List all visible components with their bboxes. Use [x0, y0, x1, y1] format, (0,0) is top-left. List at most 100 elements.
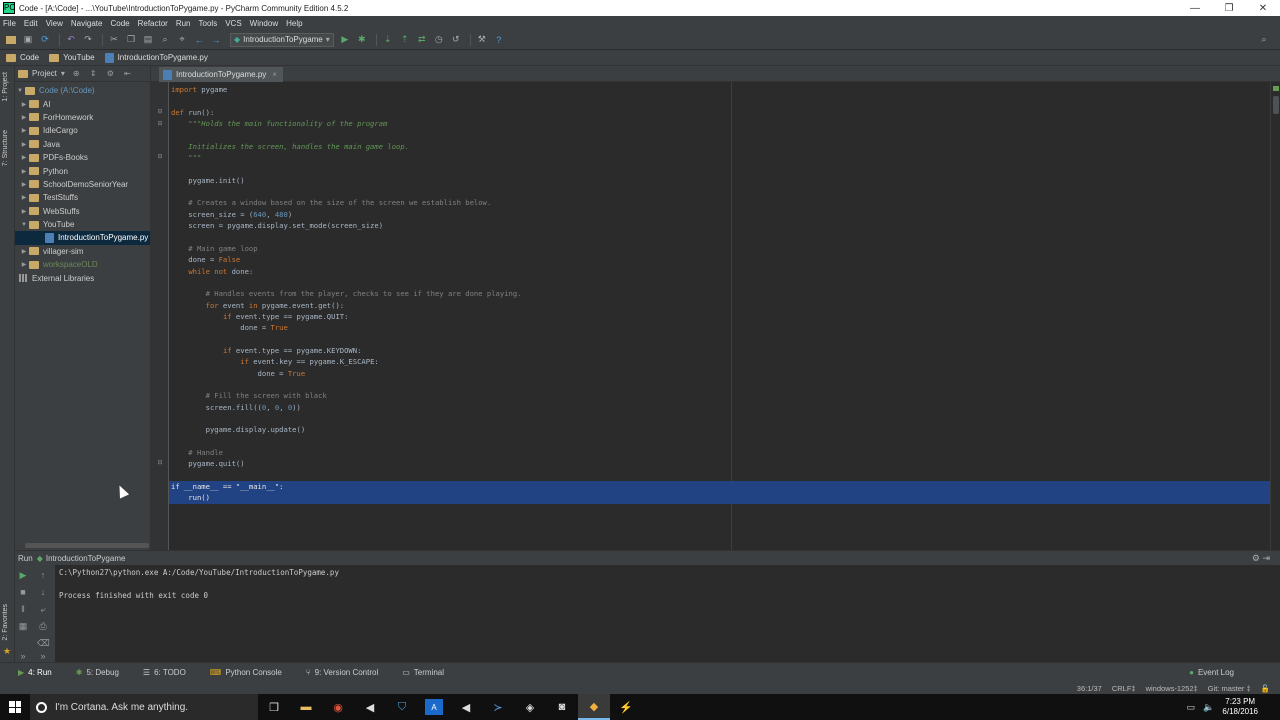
tree-item-pdfs-books[interactable]: ▶ PDFs-Books: [15, 151, 150, 164]
copy-icon[interactable]: ❐: [124, 33, 138, 47]
menu-window[interactable]: Window: [250, 19, 278, 28]
tree-root[interactable]: ▼ Code (A:\Code): [15, 84, 150, 97]
code-line[interactable]: screen_size = (640, 480): [169, 209, 1270, 220]
soft-wrap-icon[interactable]: ⤶: [37, 603, 49, 615]
menu-tools[interactable]: Tools: [199, 19, 218, 28]
tree-item-villager-sim[interactable]: ▶ villager-sim: [15, 245, 150, 258]
vcs-commit-icon[interactable]: ⇡: [398, 33, 412, 47]
code-line[interactable]: import pygame: [169, 84, 1270, 95]
media-icon[interactable]: ◀: [354, 694, 386, 720]
task-view-icon[interactable]: ❒: [258, 694, 290, 720]
tree-item-forhomework[interactable]: ▶ ForHomework: [15, 111, 150, 124]
code-line[interactable]: # Handle: [169, 447, 1270, 458]
code-line[interactable]: ​: [169, 186, 1270, 197]
open-folder-icon[interactable]: [4, 33, 18, 47]
menu-help[interactable]: Help: [286, 19, 302, 28]
network-icon[interactable]: ▭: [1187, 702, 1196, 713]
breadcrumb-file[interactable]: IntroductionToPygame.py: [104, 52, 208, 63]
menu-navigate[interactable]: Navigate: [71, 19, 103, 28]
code-line[interactable]: # Fill the screen with black: [169, 390, 1270, 401]
code-line[interactable]: """: [169, 152, 1270, 163]
tree-item-introductiontopygame[interactable]: IntroductionToPygame.py: [15, 231, 150, 245]
code-line[interactable]: pygame.display.update(): [169, 424, 1270, 435]
tab-debug[interactable]: ✱ 5: Debug: [76, 668, 119, 677]
code-lines[interactable]: import pygame ​ def run(): """Holds the ma…: [169, 84, 1270, 504]
code-line[interactable]: ​: [169, 413, 1270, 424]
breadcrumb-youtube[interactable]: YouTube: [49, 53, 95, 62]
code-line[interactable]: screen.fill((0, 0, 0)): [169, 402, 1270, 413]
scrollbar-thumb[interactable]: [1273, 96, 1279, 114]
unity-icon[interactable]: ◈: [514, 694, 546, 720]
code-line[interactable]: done = False: [169, 254, 1270, 265]
code-line[interactable]: def run():: [169, 107, 1270, 118]
fold-marker-icon[interactable]: ⊟: [151, 108, 169, 115]
code-line[interactable]: run(): [169, 492, 1270, 504]
code-line[interactable]: # Creates a window based on the size of …: [169, 197, 1270, 208]
stop-icon[interactable]: ■: [17, 586, 29, 598]
menu-file[interactable]: File: [3, 19, 16, 28]
project-view-select[interactable]: Project: [32, 69, 57, 78]
code-line[interactable]: screen = pygame.display.set_mode(screen_…: [169, 220, 1270, 231]
vcs-revert-icon[interactable]: ↺: [449, 33, 463, 47]
tree-item-external-libraries[interactable]: External Libraries: [15, 271, 150, 284]
code-line[interactable]: ​: [169, 334, 1270, 345]
caret-position[interactable]: 36:1/37: [1077, 684, 1102, 693]
code-line[interactable]: """Holds the main functionality of the p…: [169, 118, 1270, 129]
find-icon[interactable]: ⌕: [158, 33, 172, 47]
code-line[interactable]: done = True: [169, 368, 1270, 379]
fold-marker-icon[interactable]: ⊟: [151, 120, 169, 127]
code-line[interactable]: if event.type == pygame.KEYDOWN:: [169, 345, 1270, 356]
tree-item-workspaceold[interactable]: ▶ workspaceOLD: [15, 258, 150, 271]
tree-item-schooldemo[interactable]: ▶ SchoolDemoSeniorYear: [15, 178, 150, 191]
pause-icon[interactable]: ‖: [17, 603, 29, 615]
clear-icon[interactable]: ⌫: [37, 637, 50, 649]
cut-icon[interactable]: ✂: [107, 33, 121, 47]
close-tab-icon[interactable]: ×: [272, 70, 277, 79]
fold-marker-icon[interactable]: ⊟: [151, 459, 169, 466]
settings-wrench-icon[interactable]: ⚒: [475, 33, 489, 47]
menu-edit[interactable]: Edit: [24, 19, 38, 28]
volume-icon[interactable]: 🔈: [1203, 702, 1214, 713]
visual-studio-icon[interactable]: ◀: [450, 694, 482, 720]
tree-item-ai[interactable]: ▶ AI: [15, 97, 150, 110]
tab-favorites[interactable]: 2: Favorites: [2, 604, 9, 641]
maximize-button[interactable]: ❐: [1212, 3, 1246, 14]
shield-icon[interactable]: ⛉: [386, 694, 418, 720]
code-line[interactable]: if event.type == pygame.QUIT:: [169, 311, 1270, 322]
run-console-output[interactable]: C:\Python27\python.exe A:/Code/YouTube/I…: [59, 567, 339, 601]
code-line[interactable]: # Handles events from the player, checks…: [169, 288, 1270, 299]
paste-icon[interactable]: ▤: [141, 33, 155, 47]
app-store-icon[interactable]: A: [425, 699, 443, 715]
tab-version-control[interactable]: ⑂ 9: Version Control: [306, 668, 378, 677]
code-line[interactable]: pygame.init(): [169, 175, 1270, 186]
pycharm-taskbar-icon[interactable]: ◆: [578, 694, 610, 720]
discord-icon[interactable]: ◙: [546, 694, 578, 720]
tab-python-console[interactable]: ⌨ Python Console: [210, 668, 282, 677]
editor-scrollbar[interactable]: [1270, 82, 1280, 550]
close-button[interactable]: ✕: [1246, 3, 1280, 14]
code-line[interactable]: if __name__ == "__main__":: [169, 481, 1270, 493]
code-line[interactable]: Initializes the screen, handles the main…: [169, 141, 1270, 152]
vcs-history-icon[interactable]: ◷: [432, 33, 446, 47]
back-icon[interactable]: ←: [192, 33, 206, 47]
tree-item-youtube[interactable]: ▼ YouTube: [15, 218, 150, 231]
project-horizontal-scrollbar[interactable]: [25, 543, 149, 548]
system-clock[interactable]: 7:23 PM 6/18/2016: [1222, 697, 1258, 717]
search-everywhere-icon[interactable]: ⌕: [1257, 33, 1271, 47]
file-explorer-icon[interactable]: ▬: [290, 694, 322, 720]
code-line[interactable]: ​: [169, 379, 1270, 390]
menu-vcs[interactable]: VCS: [225, 19, 241, 28]
minimize-button[interactable]: —: [1178, 3, 1212, 14]
vcs-compare-icon[interactable]: ⇄: [415, 33, 429, 47]
undo-icon[interactable]: ↶: [64, 33, 78, 47]
scroll-down-icon[interactable]: ↓: [37, 586, 49, 598]
gear-icon[interactable]: ⚙ ⇥: [1252, 553, 1270, 564]
line-separator[interactable]: CRLF‡: [1112, 684, 1136, 693]
code-line[interactable]: while not done:: [169, 266, 1270, 277]
tab-terminal[interactable]: ▭ Terminal: [402, 668, 444, 677]
tab-run[interactable]: ▶ 4: Run: [18, 668, 52, 677]
code-line[interactable]: ​: [169, 129, 1270, 140]
code-line[interactable]: # Main game loop: [169, 243, 1270, 254]
file-encoding[interactable]: windows-1252‡: [1146, 684, 1198, 693]
run-configuration-select[interactable]: ◆ IntroductionToPygame ▾: [230, 32, 334, 47]
